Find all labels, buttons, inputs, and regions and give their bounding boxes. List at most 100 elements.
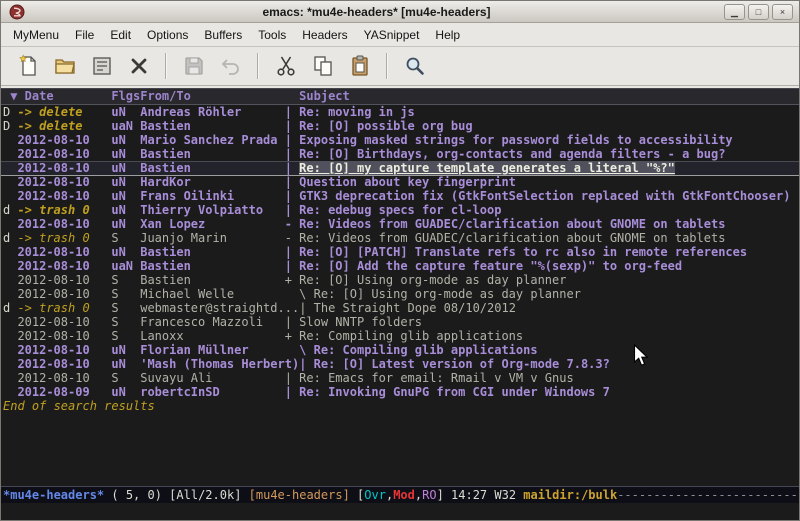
message-row[interactable]: 2012-08-10SMichael Welle \ Re: [O] Using…	[1, 287, 799, 301]
message-row[interactable]: 2012-08-10uN'Mash (Thomas Herbert)| Re: …	[1, 357, 799, 371]
new-file-button[interactable]	[11, 51, 44, 82]
column-header-flags[interactable]: Flgs	[111, 89, 140, 104]
minimize-button[interactable]: ▁	[724, 4, 745, 20]
message-row[interactable]: 2012-08-10SBastien+ Re: [O] Using org-mo…	[1, 273, 799, 287]
undo-button[interactable]	[214, 51, 247, 82]
message-from: Frans Oilinki	[140, 189, 284, 203]
message-date: 2012-08-10	[17, 273, 111, 287]
mark-char	[3, 329, 17, 343]
modeline-yellow: maildir:/bulk	[523, 488, 617, 502]
message-from: Lanoxx	[140, 329, 284, 343]
message-row[interactable]: D-> deleteuaNBastien| Re: [O] possible o…	[1, 119, 799, 133]
message-date: 2012-08-10	[17, 329, 111, 343]
message-date: -> trash 0	[17, 301, 111, 315]
menu-tools[interactable]: Tools	[250, 24, 294, 46]
message-date: 2012-08-10	[17, 217, 111, 231]
paste-button[interactable]	[343, 51, 376, 82]
message-row[interactable]: D-> deleteuNAndreas Röhler| Re: moving i…	[1, 105, 799, 119]
mark-char	[3, 147, 17, 161]
modeline-default: 14:27 W32	[444, 488, 523, 502]
message-from: Bastien	[140, 273, 284, 287]
message-from: Bastien	[140, 161, 284, 175]
message-subject: + Re: [O] Using org-mode as day planner	[285, 273, 799, 287]
close-button[interactable]: ×	[772, 4, 793, 20]
message-subject: \ Re: Compiling glib applications	[285, 343, 799, 357]
dired-button[interactable]	[85, 51, 118, 82]
message-flags: S	[111, 273, 140, 287]
menu-buffers[interactable]: Buffers	[196, 24, 250, 46]
message-row[interactable]: 2012-08-10SLanoxx+ Re: Compiling glib ap…	[1, 329, 799, 343]
menu-help[interactable]: Help	[427, 24, 468, 46]
mark-char	[3, 259, 17, 273]
mark-char	[3, 287, 17, 301]
message-flags: uaN	[111, 119, 140, 133]
message-flags: uN	[111, 203, 140, 217]
message-date: -> delete	[17, 119, 111, 133]
message-row[interactable]: d-> trash 0SJuanjo Marin- Re: Videos fro…	[1, 231, 799, 245]
message-list: D-> deleteuNAndreas Röhler| Re: moving i…	[1, 105, 799, 399]
column-header-subject[interactable]: Subject	[285, 89, 350, 104]
message-row[interactable]: 2012-08-10uNBastien| Re: [O] Birthdays, …	[1, 147, 799, 161]
mark-char	[3, 133, 17, 147]
end-of-search-results: End of search results	[1, 399, 799, 413]
message-row[interactable]: d-> trash 0uNThierry Volpiatto| Re: edeb…	[1, 203, 799, 217]
message-date: 2012-08-10	[17, 315, 111, 329]
menu-options[interactable]: Options	[139, 24, 196, 46]
menu-edit[interactable]: Edit	[102, 24, 139, 46]
mark-char	[3, 161, 17, 175]
cut-button[interactable]	[269, 51, 302, 82]
menu-file[interactable]: File	[67, 24, 102, 46]
message-from: Suvayu Ali	[140, 371, 284, 385]
mark-char: d	[3, 231, 17, 245]
message-row[interactable]: 2012-08-10SFrancesco Mazzoli| Slow NNTP …	[1, 315, 799, 329]
message-row[interactable]: 2012-08-10uNHardKor| Question about key …	[1, 175, 799, 189]
copy-button[interactable]	[306, 51, 339, 82]
message-row[interactable]: 2012-08-10uaNBastien| Re: [O] Add the ca…	[1, 259, 799, 273]
message-date: -> delete	[17, 105, 111, 119]
message-flags: uN	[111, 217, 140, 231]
message-row[interactable]: 2012-08-10uNBastien| Re: [O] [PATCH] Tra…	[1, 245, 799, 259]
message-date: 2012-08-10	[17, 287, 111, 301]
message-row[interactable]: 2012-08-10uNMario Sanchez Prada| Exposin…	[1, 133, 799, 147]
message-flags: S	[111, 301, 140, 315]
message-row[interactable]: 2012-08-10uNFrans Oilinki| GTK3 deprecat…	[1, 189, 799, 203]
message-row[interactable]: 2012-08-10uNFlorian Müllner \ Re: Compil…	[1, 343, 799, 357]
menu-yasnippet[interactable]: YASnippet	[356, 24, 428, 46]
message-row[interactable]: 2012-08-10SSuvayu Ali| Re: Emacs for ema…	[1, 371, 799, 385]
message-subject: \ Re: [O] Using org-mode as day planner	[285, 287, 799, 301]
toolbar-separator	[386, 53, 388, 79]
open-file-button[interactable]	[48, 51, 81, 82]
maximize-button[interactable]: □	[748, 4, 769, 20]
message-flags: S	[111, 329, 140, 343]
mark-char	[3, 175, 17, 189]
message-row[interactable]: 2012-08-10uNXan Lopez- Re: Videos from G…	[1, 217, 799, 231]
menu-headers[interactable]: Headers	[294, 24, 355, 46]
close-button[interactable]	[122, 51, 155, 82]
column-header-from[interactable]: From/To	[140, 89, 284, 104]
message-flags: uN	[111, 357, 140, 371]
save-button[interactable]	[177, 51, 210, 82]
message-date: 2012-08-10	[17, 133, 111, 147]
buffer-area[interactable]: ▼ Date Flgs From/To Subject D-> deleteuN…	[1, 86, 799, 486]
message-row[interactable]: 2012-08-10uNBastien| Re: [O] my capture …	[1, 161, 799, 175]
message-subject: | Re: [O] Latest version of Org-mode 7.8…	[299, 357, 799, 371]
message-subject: | Re: Invoking GnuPG from CGI under Wind…	[285, 385, 799, 399]
header-line: ▼ Date Flgs From/To Subject	[1, 88, 799, 105]
message-from: 'Mash (Thomas Herbert)	[140, 357, 299, 371]
dired-icon	[90, 54, 114, 78]
menu-mymenu[interactable]: MyMenu	[5, 24, 67, 46]
message-subject: | GTK3 deprecation fix (GtkFontSelection…	[285, 189, 799, 203]
message-subject: | Re: Emacs for email: Rmail v VM v Gnus	[285, 371, 799, 385]
message-from: Andreas Röhler	[140, 105, 284, 119]
message-row[interactable]: 2012-08-09uNrobertcInSD| Re: Invoking Gn…	[1, 385, 799, 399]
message-flags: S	[111, 287, 140, 301]
column-header-date[interactable]: ▼ Date	[3, 89, 111, 104]
message-row[interactable]: d-> trash 0Swebmaster@straightd...| The …	[1, 301, 799, 315]
titlebar[interactable]: emacs: *mu4e-headers* [mu4e-headers] ▁ □…	[1, 1, 799, 23]
mark-char	[3, 343, 17, 357]
message-subject: | Re: [O] Birthdays, org-contacts and ag…	[285, 147, 799, 161]
toolbar-separator	[165, 53, 167, 79]
message-flags: S	[111, 315, 140, 329]
search-button[interactable]	[398, 51, 431, 82]
message-subject: | Slow NNTP folders	[285, 315, 799, 329]
